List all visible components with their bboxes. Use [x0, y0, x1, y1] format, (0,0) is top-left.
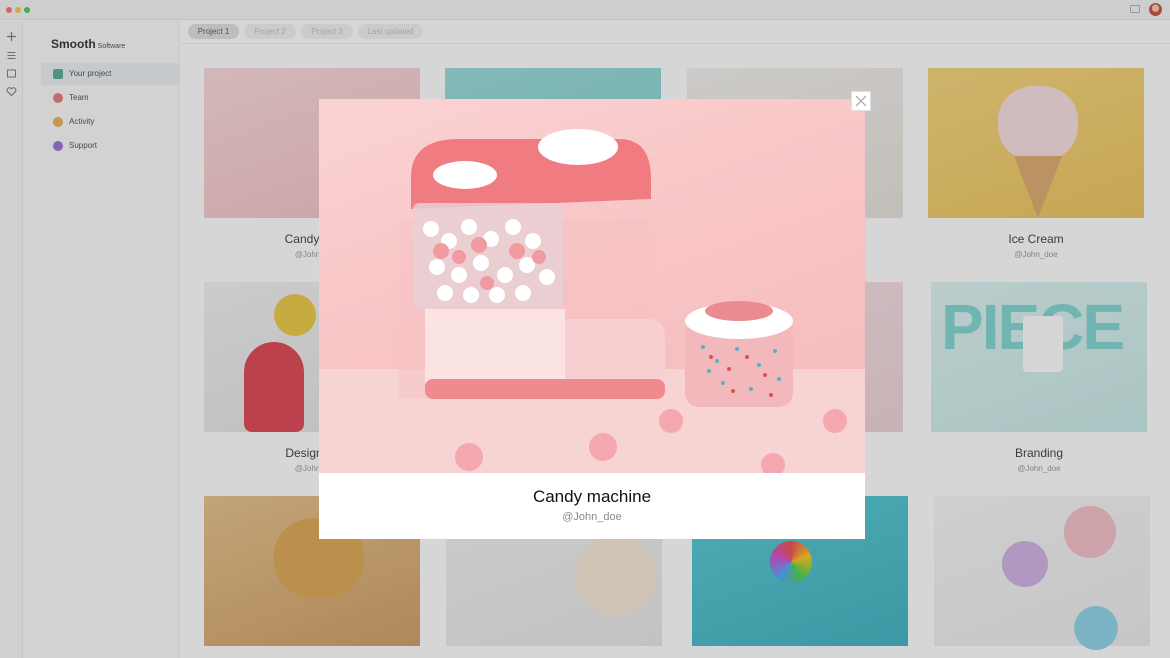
close-modal-button[interactable]: [851, 91, 871, 111]
candy-machine-image: [319, 99, 865, 473]
modal-author: @John_doe: [562, 511, 622, 523]
modal-title: Candy machine: [532, 487, 652, 506]
image-preview-modal: Candy machine @John_doe: [319, 99, 865, 539]
close-icon: [855, 95, 867, 107]
